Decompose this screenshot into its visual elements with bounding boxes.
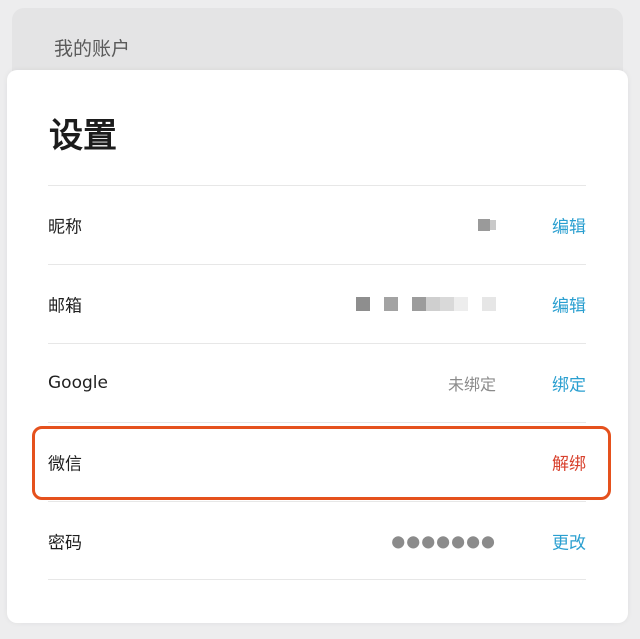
settings-row-email: 邮箱 编辑 xyxy=(48,265,586,343)
settings-row-password: 密码 ●●●●●●● 更改 xyxy=(48,502,586,580)
edit-email-button[interactable]: 编辑 xyxy=(552,292,586,317)
settings-title: 设置 xyxy=(49,116,117,156)
edit-nickname-button[interactable]: 编辑 xyxy=(552,213,586,238)
settings-card: 设置 昵称 编辑 邮箱 编辑 Google 未绑定 绑定 微信 解绑 密码 ●●… xyxy=(7,70,628,623)
password-label: 密码 xyxy=(48,533,82,554)
google-label: Google xyxy=(48,373,108,393)
divider xyxy=(48,579,586,580)
page: 我的账户 设置 昵称 编辑 邮箱 编辑 Google 未绑定 绑定 微信 解绑 … xyxy=(0,0,640,639)
wechat-label: 微信 xyxy=(48,454,82,475)
email-label: 邮箱 xyxy=(48,296,82,317)
bind-google-button[interactable]: 绑定 xyxy=(552,371,586,396)
email-value-redacted xyxy=(356,297,496,311)
unbind-wechat-button[interactable]: 解绑 xyxy=(552,450,586,475)
settings-row-google: Google 未绑定 绑定 xyxy=(48,344,586,422)
settings-row-nickname: 昵称 编辑 xyxy=(48,186,586,264)
password-masked-value: ●●●●●●● xyxy=(391,531,496,551)
my-account-title: 我的账户 xyxy=(54,38,131,60)
change-password-button[interactable]: 更改 xyxy=(552,529,586,554)
settings-row-wechat: 微信 解绑 xyxy=(48,423,586,501)
google-status: 未绑定 xyxy=(447,375,496,394)
nickname-label: 昵称 xyxy=(48,217,82,238)
nickname-value-redacted xyxy=(478,219,496,231)
